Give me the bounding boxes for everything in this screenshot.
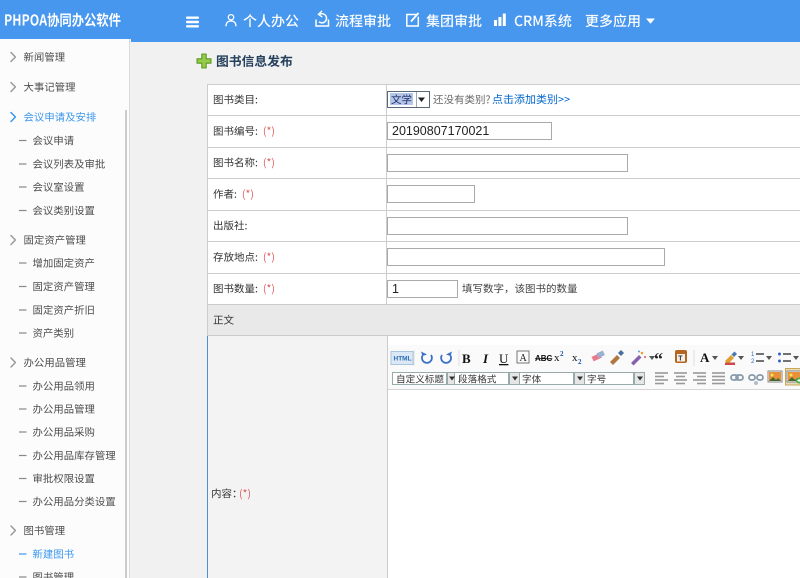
svg-text:T: T — [678, 356, 683, 363]
svg-text:I: I — [482, 351, 489, 366]
svg-text:ABC: ABC — [535, 354, 553, 363]
svg-text:B: B — [462, 351, 471, 366]
svg-text:2: 2 — [751, 359, 755, 365]
svg-text:“: “ — [654, 349, 663, 369]
svg-text:2: 2 — [578, 358, 582, 366]
svg-text:U: U — [499, 351, 509, 366]
svg-text:HTML: HTML — [394, 356, 412, 363]
svg-text:2: 2 — [560, 350, 564, 358]
svg-text:A: A — [520, 353, 528, 364]
svg-text:A: A — [700, 350, 710, 365]
svg-text:1: 1 — [751, 352, 755, 358]
